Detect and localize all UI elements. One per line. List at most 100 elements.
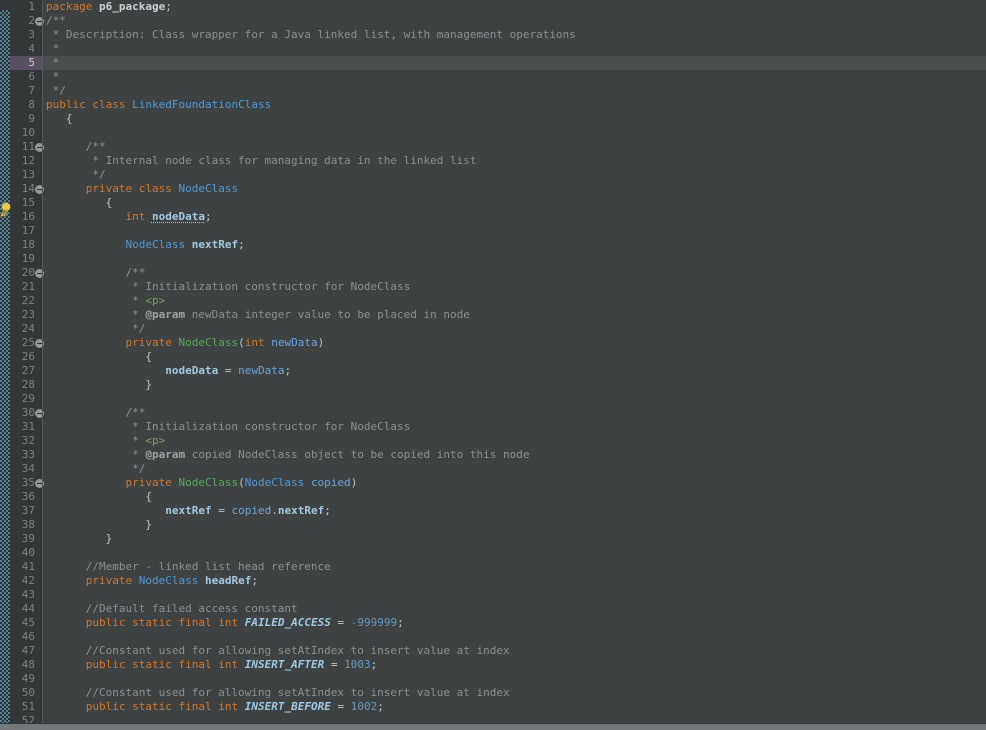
fold-slot bbox=[35, 322, 46, 336]
code-line[interactable]: 15 { bbox=[0, 196, 986, 210]
fold-slot bbox=[35, 462, 46, 476]
code-line[interactable]: 5 * bbox=[0, 56, 986, 70]
code-line[interactable]: 3 * Description: Class wrapper for a Jav… bbox=[0, 28, 986, 42]
code-line[interactable]: 25 private NodeClass(int newData) bbox=[0, 336, 986, 350]
code-text: * Internal node class for managing data … bbox=[46, 154, 477, 167]
code-line[interactable]: 41 //Member - linked list head reference bbox=[0, 560, 986, 574]
code-line[interactable]: 32 * <p> bbox=[0, 434, 986, 448]
horizontal-scrollbar[interactable] bbox=[0, 723, 986, 730]
fold-slot bbox=[35, 686, 46, 700]
code-line[interactable]: 9 { bbox=[0, 112, 986, 126]
code-line[interactable]: 19 bbox=[0, 252, 986, 266]
code-line[interactable]: 7 */ bbox=[0, 84, 986, 98]
code-line[interactable]: 35 private NodeClass(NodeClass copied) bbox=[0, 476, 986, 490]
window-edge-texture bbox=[0, 10, 10, 723]
code-text: } bbox=[46, 532, 113, 545]
fold-slot[interactable] bbox=[35, 14, 46, 28]
code-line[interactable]: 11 /** bbox=[0, 140, 986, 154]
code-line[interactable]: 24 */ bbox=[0, 322, 986, 336]
code-line[interactable]: 2/** bbox=[0, 14, 986, 28]
code-text: //Constant used for allowing setAtIndex … bbox=[46, 686, 510, 699]
code-text: public class LinkedFoundationClass bbox=[46, 98, 272, 111]
code-line[interactable]: 6 * bbox=[0, 70, 986, 84]
fold-slot bbox=[35, 532, 46, 546]
code-line[interactable]: 51 public static final int INSERT_BEFORE… bbox=[0, 700, 986, 714]
code-line[interactable]: 43 bbox=[0, 588, 986, 602]
fold-slot[interactable] bbox=[35, 476, 46, 490]
code-line[interactable]: 8 public class LinkedFoundationClass bbox=[0, 98, 986, 112]
code-line[interactable]: 38 } bbox=[0, 518, 986, 532]
code-text: public static final int INSERT_BEFORE = … bbox=[85, 700, 384, 713]
fold-slot bbox=[35, 252, 46, 266]
fold-slot bbox=[35, 392, 46, 406]
code-line[interactable]: 50 //Constant used for allowing setAtInd… bbox=[0, 686, 986, 700]
code-line[interactable]: 47 //Constant used for allowing setAtInd… bbox=[0, 644, 986, 658]
code-line[interactable]: 34 */ bbox=[0, 462, 986, 476]
code-line[interactable]: 10 bbox=[0, 126, 986, 140]
fold-slot[interactable] bbox=[35, 266, 46, 280]
code-text: { bbox=[46, 490, 152, 503]
fold-slot bbox=[35, 350, 46, 364]
fold-slot bbox=[35, 588, 46, 602]
code-text: /** bbox=[46, 140, 106, 153]
code-line[interactable]: 4 * bbox=[0, 42, 986, 56]
fold-slot[interactable] bbox=[35, 182, 46, 196]
code-line[interactable]: 36 { bbox=[0, 490, 986, 504]
code-line[interactable]: 23 * @param newData integer value to be … bbox=[0, 308, 986, 322]
code-text: private NodeClass(int newData) bbox=[125, 336, 325, 349]
code-line[interactable]: 42 private NodeClass headRef; bbox=[0, 574, 986, 588]
fold-slot bbox=[35, 210, 46, 224]
code-line[interactable]: 33 * @param copied NodeClass object to b… bbox=[0, 448, 986, 462]
code-line[interactable]: 37 nextRef = copied.nextRef; bbox=[0, 504, 986, 518]
code-line[interactable]: 18 NodeClass nextRef; bbox=[0, 238, 986, 252]
fold-slot bbox=[35, 280, 46, 294]
fold-slot bbox=[35, 308, 46, 322]
fold-slot bbox=[35, 644, 46, 658]
code-text: * bbox=[46, 56, 60, 69]
code-line[interactable]: 48 public static final int INSERT_AFTER … bbox=[0, 658, 986, 672]
code-line[interactable]: 39 } bbox=[0, 532, 986, 546]
code-line[interactable]: 27 nodeData = newData; bbox=[0, 364, 986, 378]
code-rows[interactable]: 1 package p6_package; 2/** 3 * Description:… bbox=[0, 0, 986, 728]
code-line[interactable]: 13 */ bbox=[0, 168, 986, 182]
code-line[interactable]: 1 package p6_package; bbox=[0, 0, 986, 14]
code-text: */ bbox=[46, 84, 66, 97]
code-line[interactable]: 49 bbox=[0, 672, 986, 686]
code-text: } bbox=[46, 518, 152, 531]
fold-slot bbox=[35, 434, 46, 448]
code-line[interactable]: 29 bbox=[0, 392, 986, 406]
fold-slot[interactable] bbox=[35, 336, 46, 350]
code-text: * bbox=[46, 42, 60, 55]
fold-slot[interactable] bbox=[35, 140, 46, 154]
fold-slot bbox=[35, 630, 46, 644]
code-text: { bbox=[46, 196, 113, 209]
code-text: nodeData = newData; bbox=[165, 364, 292, 377]
intention-lightbulb-icon[interactable] bbox=[0, 202, 13, 217]
fold-slot bbox=[35, 28, 46, 42]
fold-slot[interactable] bbox=[35, 406, 46, 420]
code-line[interactable]: 12 * Internal node class for managing da… bbox=[0, 154, 986, 168]
code-line[interactable]: 30 /** bbox=[0, 406, 986, 420]
code-line[interactable]: 21 * Initialization constructor for Node… bbox=[0, 280, 986, 294]
code-line[interactable]: 28 } bbox=[0, 378, 986, 392]
code-line[interactable]: 17 bbox=[0, 224, 986, 238]
code-text: public static final int FAILED_ACCESS = … bbox=[85, 616, 404, 629]
code-text: //Constant used for allowing setAtIndex … bbox=[46, 644, 510, 657]
code-text: * Initialization constructor for NodeCla… bbox=[46, 420, 411, 433]
code-text: */ bbox=[46, 168, 106, 181]
fold-slot bbox=[35, 420, 46, 434]
code-line[interactable]: 45 public static final int FAILED_ACCESS… bbox=[0, 616, 986, 630]
code-line[interactable]: 22 * <p> bbox=[0, 294, 986, 308]
code-line[interactable]: 14 private class NodeClass bbox=[0, 182, 986, 196]
code-line[interactable]: 40 bbox=[0, 546, 986, 560]
code-line[interactable]: 26 { bbox=[0, 350, 986, 364]
code-line[interactable]: 16 int nodeData; bbox=[0, 210, 986, 224]
code-line[interactable]: 46 bbox=[0, 630, 986, 644]
code-text: * Description: Class wrapper for a Java … bbox=[46, 28, 576, 41]
code-line[interactable]: 44 //Default failed access constant bbox=[0, 602, 986, 616]
code-line[interactable]: 20 /** bbox=[0, 266, 986, 280]
fold-slot bbox=[35, 196, 46, 210]
code-line[interactable]: 31 * Initialization constructor for Node… bbox=[0, 420, 986, 434]
